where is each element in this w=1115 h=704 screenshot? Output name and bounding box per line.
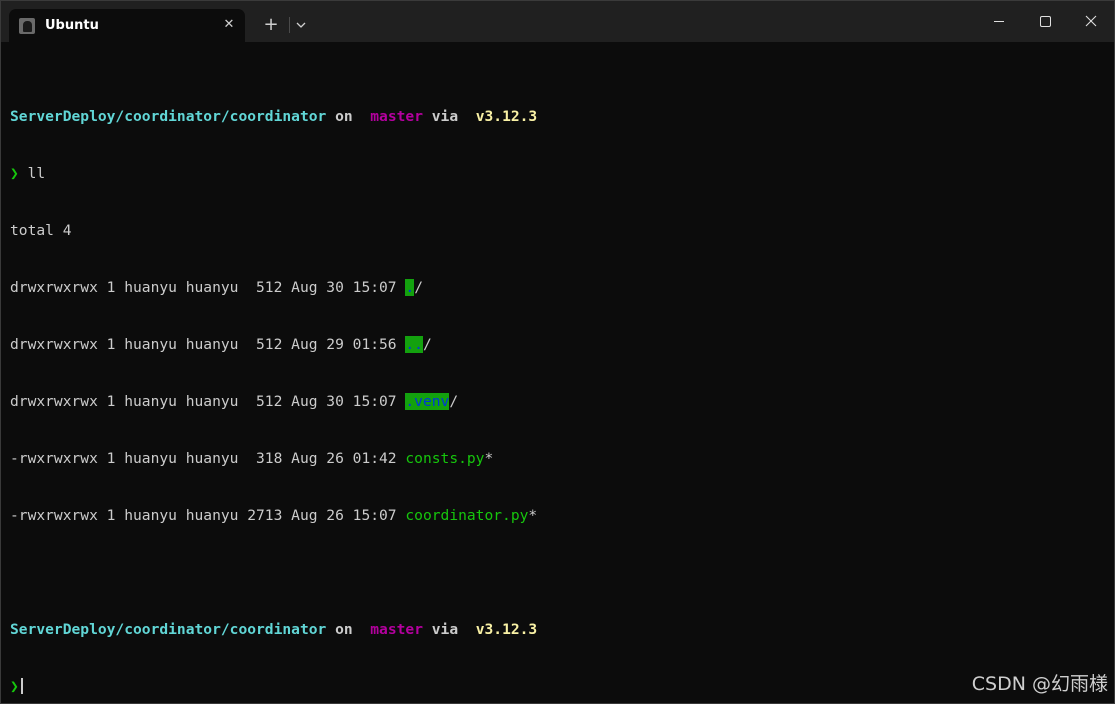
prompt-line: ServerDeploy/coordinator/coordinator on … [10,107,1105,126]
listing-meta: drwxrwxrwx 1 huanyu huanyu 512 Aug 30 15… [10,393,406,410]
linux-penguin-icon [19,18,35,34]
command-text: ll [18,165,46,182]
listing-suffix: / [414,279,423,296]
terminal-window: Ubuntu ✕ + ServerDeploy/coordinator/coor… [0,0,1115,704]
prompt-branch: master [370,621,423,638]
listing-row: -rwxrwxrwx 1 huanyu huanyu 318 Aug 26 01… [10,449,1105,468]
title-bar[interactable]: Ubuntu ✕ + [1,1,1114,42]
listing-name: . [405,279,415,296]
listing-row: drwxrwxrwx 1 huanyu huanyu 512 Aug 29 01… [10,335,1105,354]
listing-name: .. [405,336,423,353]
listing-name: consts.py [405,450,485,467]
prompt-via: via [422,621,467,638]
prompt-via: via [422,108,467,125]
prompt-symbol: ❯ [10,678,19,695]
window-close-icon[interactable] [1068,1,1114,42]
terminal-output[interactable]: ServerDeploy/coordinator/coordinator on … [10,69,1105,695]
command-line[interactable]: ❯ [10,677,1105,696]
listing-row: drwxrwxrwx 1 huanyu huanyu 512 Aug 30 15… [10,392,1105,411]
prompt-on: on [326,621,362,638]
plus-icon[interactable]: + [258,13,284,37]
listing-row: drwxrwxrwx 1 huanyu huanyu 512 Aug 30 15… [10,278,1105,297]
chevron-down-icon[interactable] [292,13,310,37]
prompt-python-version: v3.12.3 [475,108,538,125]
tab-ubuntu[interactable]: Ubuntu ✕ [9,9,245,42]
listing-meta: drwxrwxrwx 1 huanyu huanyu 512 Aug 30 15… [10,279,406,296]
prompt-path: ServerDeploy/coordinator/coordinator [10,621,327,638]
prompt-symbol: ❯ [10,165,19,182]
tab-title: Ubuntu [45,18,99,33]
listing-meta: -rwxrwxrwx 1 huanyu huanyu 2713 Aug 26 1… [10,507,406,524]
text-cursor[interactable] [20,678,23,694]
listing-suffix: * [484,450,494,467]
listing-meta: -rwxrwxrwx 1 huanyu huanyu 318 Aug 26 01… [10,450,406,467]
listing-suffix: / [422,336,432,353]
listing-name: .venv [405,393,450,410]
prompt-branch: master [370,108,423,125]
prompt-line: ServerDeploy/coordinator/coordinator on … [10,620,1105,639]
command-line: ❯ ll [10,164,1105,183]
prompt-path: ServerDeploy/coordinator/coordinator [10,108,327,125]
listing-row: -rwxrwxrwx 1 huanyu huanyu 2713 Aug 26 1… [10,506,1105,525]
listing-name: coordinator.py [405,507,529,524]
listing-suffix: * [528,507,538,524]
listing-meta: drwxrwxrwx 1 huanyu huanyu 512 Aug 29 01… [10,336,406,353]
maximize-icon[interactable] [1022,1,1068,42]
minimize-icon[interactable] [976,1,1022,42]
prompt-python-version: v3.12.3 [475,621,538,638]
listing-suffix: / [449,393,459,410]
close-icon[interactable]: ✕ [219,15,239,35]
listing-total: total 4 [10,222,72,239]
prompt-on: on [326,108,362,125]
watermark: CSDN @幻雨様 [971,673,1108,695]
tab-divider [289,17,290,33]
